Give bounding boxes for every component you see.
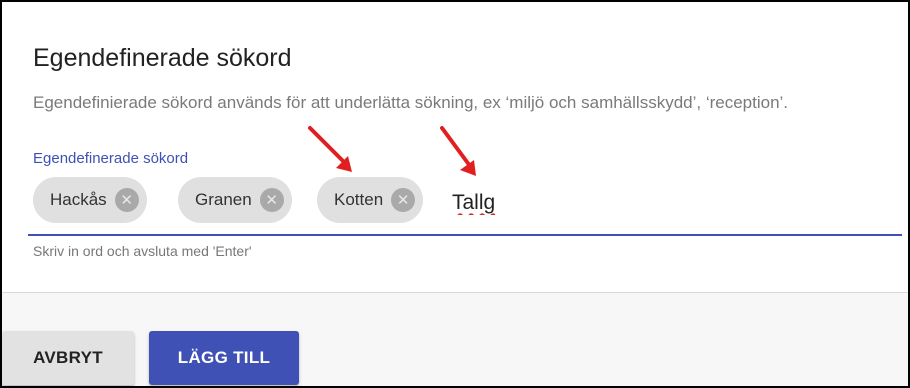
- input-hint: Skriv in ord och avsluta med 'Enter': [33, 243, 252, 259]
- dialog-actions: [2, 293, 908, 386]
- dialog-description: Egendefinierade sökord används för att u…: [33, 93, 789, 112]
- chip-remove-icon[interactable]: ✕: [391, 188, 416, 212]
- cancel-button[interactable]: AVBRYT: [2, 331, 134, 385]
- annotation-arrow-icon: [308, 126, 352, 172]
- chip-label: Hackås: [50, 190, 107, 209]
- input-underline: [28, 234, 902, 236]
- keyword-chip[interactable]: Hackås ✕: [33, 177, 147, 223]
- keywords-field-label: Egendefinerade sökord: [33, 150, 189, 167]
- annotation-arrow-icon: [440, 126, 476, 176]
- chip-remove-icon[interactable]: ✕: [259, 188, 284, 212]
- chip-label: Kotten: [334, 190, 384, 209]
- add-button[interactable]: LÄGG TILL: [149, 331, 299, 385]
- dialog-title: Egendefinerade sökord: [33, 44, 292, 72]
- keyword-chip[interactable]: Granen ✕: [178, 177, 292, 223]
- chip-remove-icon[interactable]: ✕: [114, 188, 139, 212]
- chip-label: Granen: [195, 190, 252, 209]
- keyword-chip[interactable]: Kotten ✕: [317, 177, 424, 223]
- keyword-input[interactable]: [452, 188, 752, 218]
